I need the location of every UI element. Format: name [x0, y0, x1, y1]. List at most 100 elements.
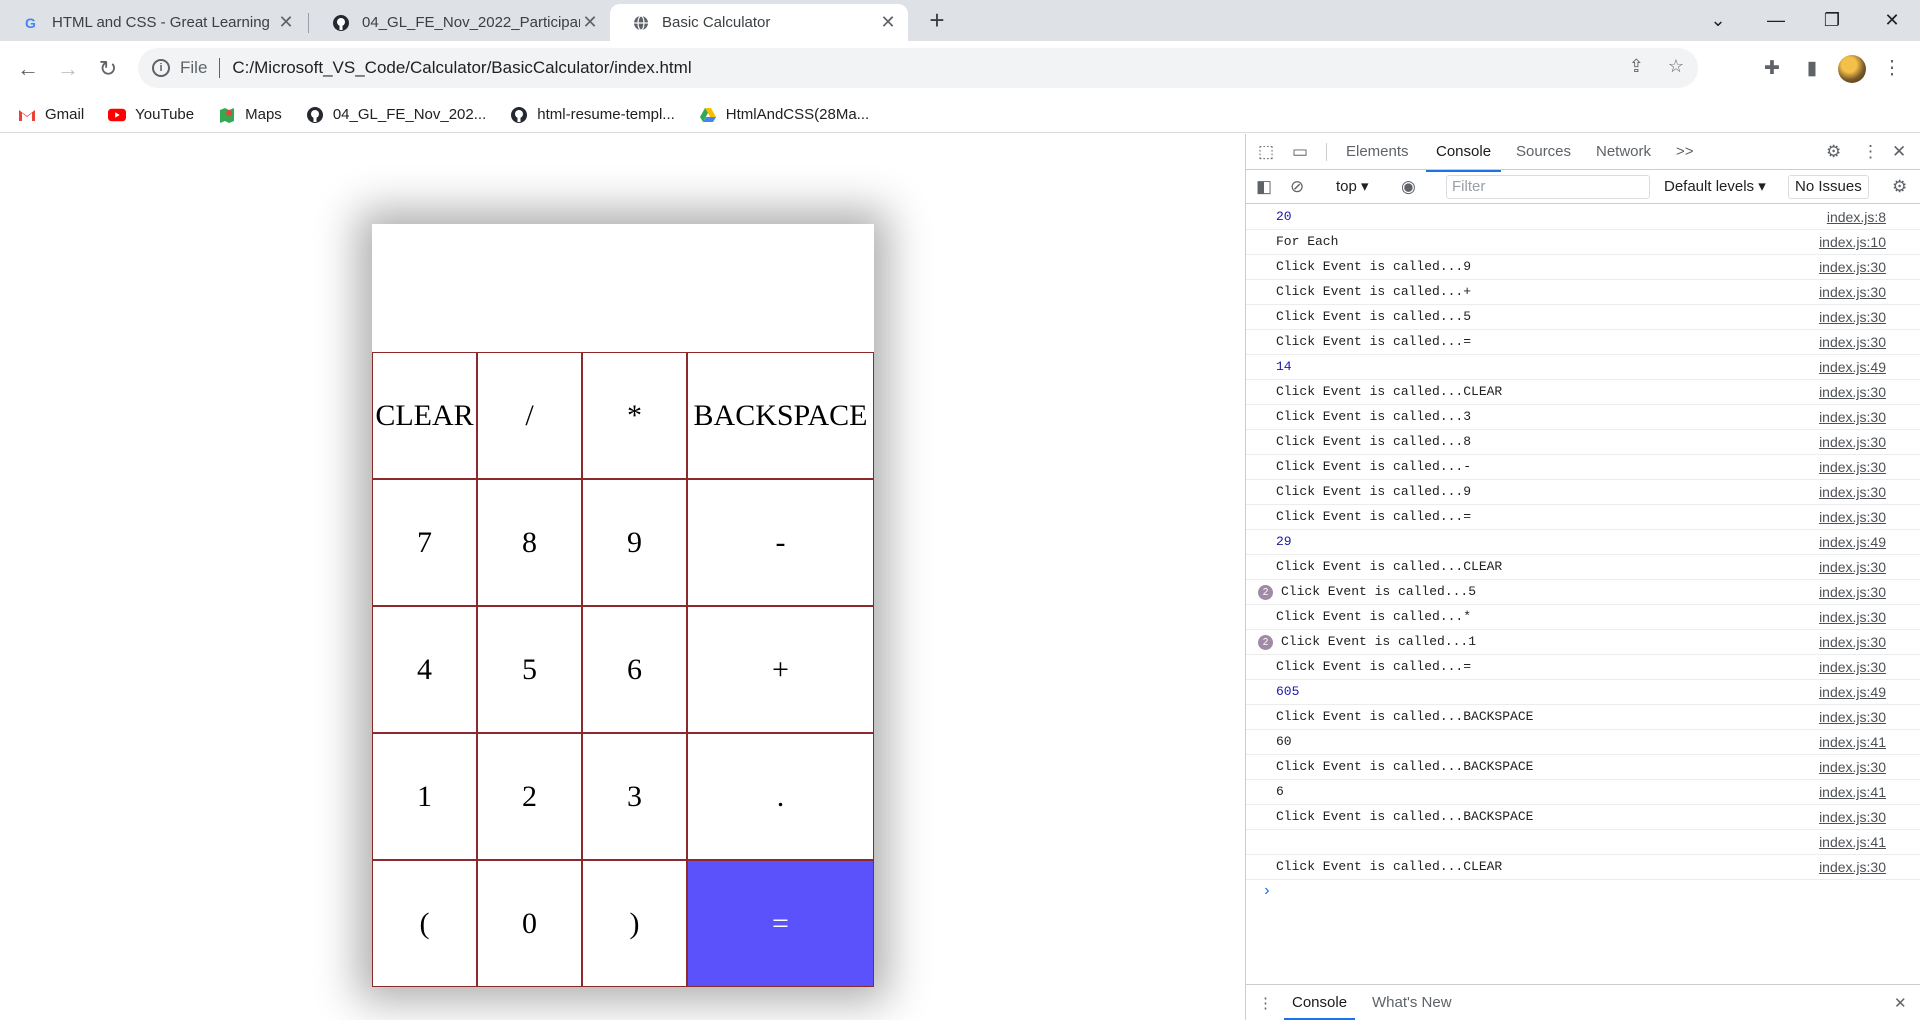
source-link[interactable]: index.js:30 [1819, 655, 1886, 679]
bookmark-gl-fe[interactable]: 04_GL_FE_Nov_202... [306, 106, 486, 124]
tab-elements[interactable]: Elements [1346, 143, 1409, 160]
console-prompt[interactable]: › [1246, 880, 1920, 905]
key-backspace[interactable]: BACKSPACE [687, 352, 874, 479]
key-4[interactable]: 4 [372, 606, 477, 733]
key-divide[interactable]: / [477, 352, 582, 479]
key-1[interactable]: 1 [372, 733, 477, 860]
bookmark-gmail[interactable]: Gmail [18, 106, 84, 124]
browser-tab-basic-calculator[interactable]: Basic Calculator ✕ [610, 4, 908, 41]
source-link[interactable]: index.js:30 [1819, 330, 1886, 354]
source-link[interactable]: index.js:8 [1827, 205, 1886, 229]
source-link[interactable]: index.js:30 [1819, 405, 1886, 429]
source-link[interactable]: index.js:41 [1819, 830, 1886, 854]
back-arrow-icon[interactable]: ← [12, 53, 44, 85]
source-link[interactable]: index.js:10 [1819, 230, 1886, 254]
issues-button[interactable]: No Issues [1788, 175, 1869, 199]
new-tab-button[interactable]: + [922, 6, 952, 36]
bookmark-star-icon[interactable]: ☆ [1668, 56, 1684, 77]
info-icon[interactable]: i [152, 59, 170, 77]
key-7[interactable]: 7 [372, 479, 477, 606]
source-link[interactable]: index.js:49 [1819, 530, 1886, 554]
url-text[interactable]: C:/Microsoft_VS_Code/Calculator/BasicCal… [232, 58, 691, 78]
key-8[interactable]: 8 [477, 479, 582, 606]
key-5[interactable]: 5 [477, 606, 582, 733]
key-0[interactable]: 0 [477, 860, 582, 987]
source-link[interactable]: index.js:30 [1819, 855, 1886, 879]
source-link[interactable]: index.js:30 [1819, 305, 1886, 329]
bookmark-htmlandcss[interactable]: HtmlAndCSS(28Ma... [699, 106, 869, 124]
profile-avatar[interactable] [1838, 55, 1866, 83]
source-link[interactable]: index.js:30 [1819, 705, 1886, 729]
source-link[interactable]: index.js:30 [1819, 480, 1886, 504]
bookmark-maps[interactable]: Maps [218, 106, 282, 124]
tab-console[interactable]: Console [1425, 143, 1502, 172]
more-tabs-icon[interactable]: >> [1676, 143, 1694, 160]
source-link[interactable]: index.js:30 [1819, 280, 1886, 304]
drawer-close-icon[interactable]: ✕ [1894, 994, 1907, 1012]
key-decimal[interactable]: . [687, 733, 874, 860]
minimize-icon[interactable]: — [1748, 0, 1804, 41]
browser-tab-great-learning[interactable]: G HTML and CSS - Great Learning ✕ [0, 4, 306, 41]
console-message: 14 index.js:49 [1246, 355, 1920, 380]
side-panel-icon[interactable]: ▮ [1796, 53, 1828, 85]
close-icon[interactable]: ✕ [276, 12, 296, 33]
drawer-tab-whats-new[interactable]: What's New [1372, 994, 1452, 1011]
source-link[interactable]: index.js:30 [1819, 555, 1886, 579]
restore-icon[interactable]: ❐ [1804, 0, 1860, 41]
source-link[interactable]: index.js:30 [1819, 380, 1886, 404]
more-menu-icon[interactable]: ⋮ [1876, 53, 1908, 85]
sidebar-toggle-icon[interactable]: ◧ [1256, 177, 1272, 197]
source-link[interactable]: index.js:41 [1819, 730, 1886, 754]
extensions-puzzle-icon[interactable]: ✚ [1756, 53, 1788, 85]
source-link[interactable]: index.js:30 [1819, 805, 1886, 829]
source-link[interactable]: index.js:49 [1819, 355, 1886, 379]
console-filter-input[interactable]: Filter [1446, 175, 1650, 199]
key-6[interactable]: 6 [582, 606, 687, 733]
reload-icon[interactable]: ↻ [92, 53, 124, 85]
settings-gear-icon[interactable]: ⚙ [1826, 142, 1841, 162]
inspect-element-icon[interactable]: ⬚ [1258, 142, 1274, 162]
clear-console-icon[interactable]: ⊘ [1290, 177, 1304, 197]
source-link[interactable]: index.js:30 [1819, 630, 1886, 654]
key-clear[interactable]: CLEAR [372, 352, 477, 479]
key-2[interactable]: 2 [477, 733, 582, 860]
devtools-more-icon[interactable]: ⋮ [1862, 142, 1879, 162]
bookmark-html-resume[interactable]: html-resume-templ... [510, 106, 675, 124]
live-expression-eye-icon[interactable]: ◉ [1401, 177, 1416, 197]
source-link[interactable]: index.js:30 [1819, 255, 1886, 279]
share-icon[interactable]: ⇪ [1629, 56, 1644, 77]
source-link[interactable]: index.js:30 [1819, 455, 1886, 479]
source-link[interactable]: index.js:30 [1819, 505, 1886, 529]
key-minus[interactable]: - [687, 479, 874, 606]
source-link[interactable]: index.js:41 [1819, 780, 1886, 804]
key-equals[interactable]: = [687, 860, 874, 987]
device-toolbar-icon[interactable]: ▭ [1292, 142, 1308, 162]
source-link[interactable]: index.js:30 [1819, 430, 1886, 454]
tab-search-icon[interactable]: ⌄ [1690, 0, 1746, 41]
close-icon[interactable]: ✕ [580, 12, 600, 33]
key-plus[interactable]: + [687, 606, 874, 733]
key-multiply[interactable]: * [582, 352, 687, 479]
bookmark-youtube[interactable]: YouTube [108, 106, 194, 124]
context-selector[interactable]: top ▾ [1336, 177, 1369, 195]
source-link[interactable]: index.js:49 [1819, 680, 1886, 704]
devtools-close-icon[interactable]: ✕ [1892, 142, 1906, 162]
drawer-tab-console[interactable]: Console [1283, 994, 1356, 1020]
browser-tab-github[interactable]: 04_GL_FE_Nov_2022_Participants ✕ [310, 4, 610, 41]
tab-network[interactable]: Network [1596, 143, 1651, 160]
forward-arrow-icon[interactable]: → [52, 53, 84, 85]
key-3[interactable]: 3 [582, 733, 687, 860]
source-link[interactable]: index.js:30 [1819, 755, 1886, 779]
key-9[interactable]: 9 [582, 479, 687, 606]
drawer-menu-icon[interactable]: ⋮ [1258, 994, 1273, 1012]
source-link[interactable]: index.js:30 [1819, 605, 1886, 629]
console-settings-gear-icon[interactable]: ⚙ [1892, 177, 1907, 197]
address-bar[interactable]: i File C:/Microsoft_VS_Code/Calculator/B… [138, 48, 1698, 88]
source-link[interactable]: index.js:30 [1819, 580, 1886, 604]
tab-sources[interactable]: Sources [1516, 143, 1571, 160]
log-levels-dropdown[interactable]: Default levels ▾ [1664, 177, 1766, 195]
window-close-icon[interactable]: ✕ [1864, 0, 1920, 41]
key-open-paren[interactable]: ( [372, 860, 477, 987]
close-icon[interactable]: ✕ [878, 12, 898, 33]
key-close-paren[interactable]: ) [582, 860, 687, 987]
